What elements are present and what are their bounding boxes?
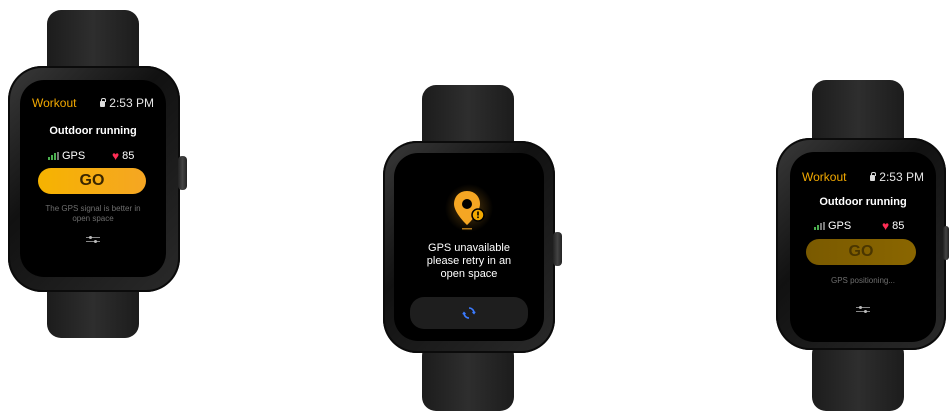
settings-slider-icon[interactable]	[86, 234, 100, 244]
gps-status: GPS	[48, 150, 85, 162]
lock-icon	[100, 98, 106, 107]
workout-label: Workout	[32, 96, 77, 110]
hint-text: GPS positioning...	[790, 276, 936, 286]
workout-label: Workout	[802, 170, 847, 184]
signal-icon	[814, 222, 825, 230]
watch-gps-positioning: Workout 2:53 PM Outdoor running GPS ♥ 85…	[770, 0, 950, 411]
watch-crown[interactable]	[553, 232, 562, 266]
hint-text: The GPS signal is better in open space	[20, 204, 166, 224]
gps-error-message: GPS unavailable please retry in an open …	[394, 242, 544, 281]
settings-slider-icon[interactable]	[856, 304, 870, 314]
status-time: 2:53 PM	[870, 170, 924, 184]
signal-icon	[48, 152, 59, 160]
heart-icon: ♥	[882, 219, 890, 233]
go-button[interactable]: GO	[38, 168, 146, 194]
heart-icon: ♥	[112, 149, 120, 163]
watch-workout-ready: Workout 2:53 PM Outdoor running GPS ♥ 85…	[0, 0, 200, 340]
gps-status: GPS	[814, 220, 851, 232]
workout-title: Outdoor running	[49, 125, 137, 137]
gps-warning-icon	[445, 184, 493, 232]
watch-screen: Workout 2:53 PM Outdoor running GPS ♥ 85…	[20, 80, 166, 277]
watch-screen: Workout 2:53 PM Outdoor running GPS ♥ 85…	[790, 152, 936, 342]
watch-screen: GPS unavailable please retry in an open …	[394, 153, 544, 341]
watch-strap-bottom	[812, 340, 904, 411]
retry-button[interactable]	[410, 297, 528, 329]
message-line-1: GPS unavailable	[428, 242, 510, 254]
workout-title: Outdoor running	[819, 196, 907, 208]
heart-rate-value: 85	[122, 150, 135, 162]
heart-rate: ♥ 85	[882, 220, 904, 232]
status-time: 2:53 PM	[100, 96, 154, 110]
watch-crown[interactable]	[943, 226, 949, 260]
heart-rate: ♥ 85	[112, 150, 134, 162]
hint-line-2: open space	[72, 214, 114, 223]
message-line-2: please retry in an	[426, 255, 512, 267]
message-line-3: open space	[440, 268, 498, 280]
gps-label: GPS	[828, 220, 852, 232]
go-button[interactable]: GO	[806, 239, 916, 265]
watch-gps-unavailable: GPS unavailable please retry in an open …	[370, 0, 580, 411]
refresh-icon	[462, 307, 476, 319]
lock-icon	[870, 172, 876, 181]
watch-crown[interactable]	[178, 156, 187, 190]
hint-line-1: GPS positioning...	[830, 276, 896, 285]
time-text: 2:53 PM	[109, 96, 154, 110]
gps-label: GPS	[62, 150, 86, 162]
time-text: 2:53 PM	[879, 170, 924, 184]
hint-line-1: The GPS signal is better in	[45, 204, 141, 213]
heart-rate-value: 85	[892, 220, 905, 232]
